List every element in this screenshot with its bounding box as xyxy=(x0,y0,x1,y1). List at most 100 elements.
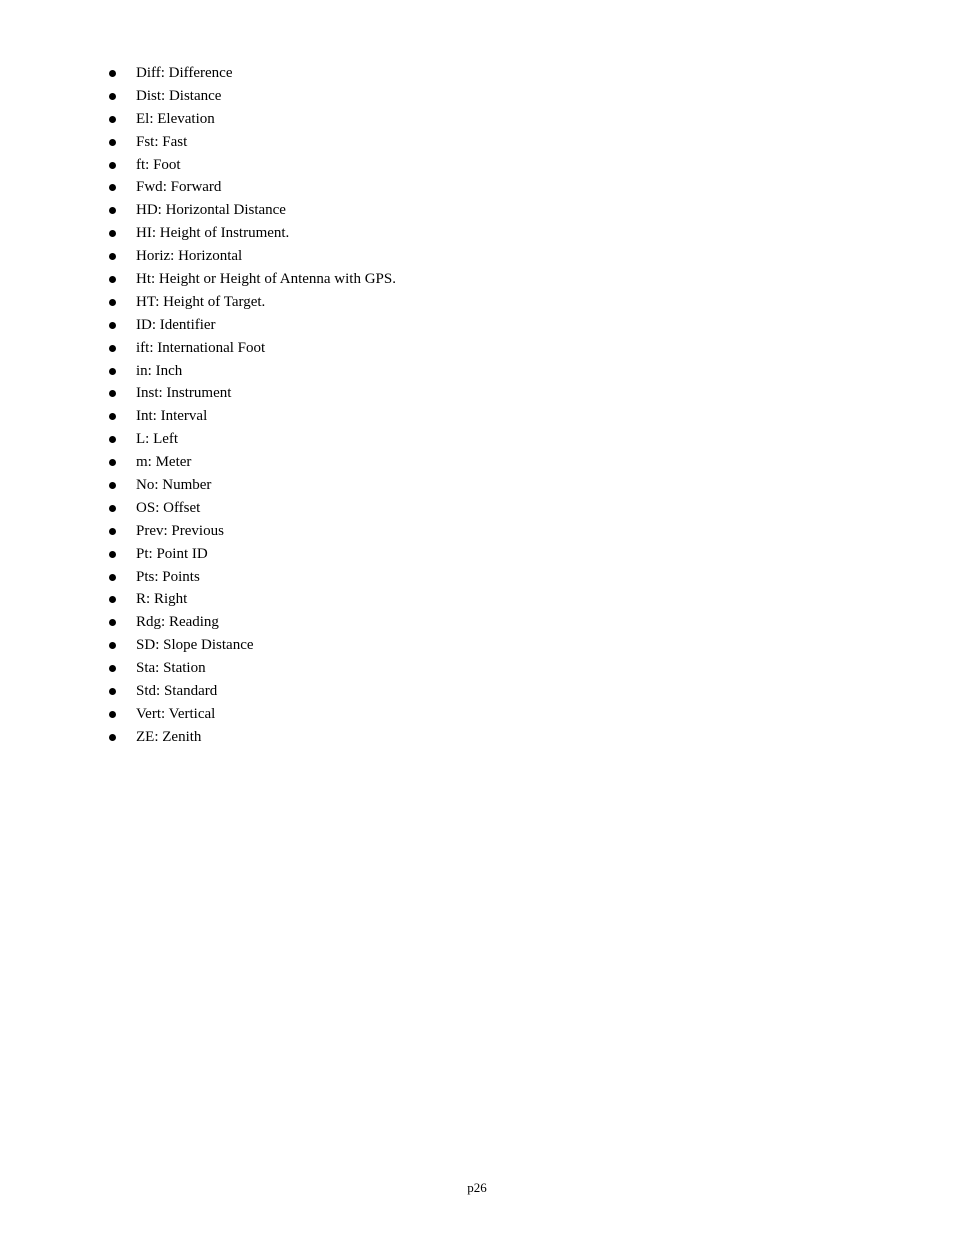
abbreviation-entry: Horiz: Horizontal xyxy=(136,245,242,268)
abbreviation-term: Fst xyxy=(136,133,155,150)
abbreviation-meaning: Inch xyxy=(155,362,183,379)
abbreviation-meaning: Elevation xyxy=(157,110,215,127)
bullet-icon xyxy=(109,138,116,146)
abbreviation-entry: ift: International Foot xyxy=(136,337,265,360)
bullet-icon xyxy=(109,504,116,512)
abbreviation-entry: OS: Offset xyxy=(136,497,200,520)
abbreviation-term: No xyxy=(136,477,155,494)
bullet-icon xyxy=(109,573,116,581)
separator: : xyxy=(145,156,154,173)
abbreviation-term: Ht xyxy=(136,271,151,288)
bullet-icon xyxy=(109,115,116,123)
separator: : xyxy=(147,362,156,379)
bullet-icon xyxy=(109,276,116,284)
bullet-icon xyxy=(109,367,116,375)
abbreviation-term: Pt xyxy=(136,545,149,562)
abbreviation-entry: L: Left xyxy=(136,428,178,451)
abbreviation-meaning: Previous xyxy=(171,522,224,539)
separator: : xyxy=(170,248,179,265)
abbreviation-entry: HD: Horizontal Distance xyxy=(136,199,286,222)
abbreviation-meaning: Zenith xyxy=(162,728,202,745)
separator: : xyxy=(152,408,161,425)
abbreviation-meaning: International Foot xyxy=(157,339,266,356)
abbreviation-term: Sta xyxy=(136,660,156,677)
abbreviation-entry: Vert: Vertical xyxy=(136,703,215,726)
bullet-icon xyxy=(109,298,116,306)
separator: : xyxy=(156,683,164,700)
bullet-icon xyxy=(109,550,116,558)
abbreviation-entry: No: Number xyxy=(136,474,211,497)
abbreviation-term: Int xyxy=(136,408,153,425)
bullet-icon xyxy=(109,527,116,535)
abbreviation-term: Dist xyxy=(136,87,162,104)
bullet-icon xyxy=(109,665,116,673)
abbreviation-entry: Std: Standard xyxy=(136,680,217,703)
abbreviation-term: HT xyxy=(136,293,156,310)
abbreviation-entry: Pt: Point ID xyxy=(136,543,208,566)
separator: : xyxy=(155,660,164,677)
abbreviation-term: Pts xyxy=(136,568,155,585)
abbreviation-meaning: Distance xyxy=(168,87,222,104)
abbreviation-meaning: Height of Instrument. xyxy=(159,225,290,242)
abbreviation-meaning: Reading xyxy=(168,614,219,631)
abbreviation-term: HI xyxy=(136,225,152,242)
abbreviation-meaning: Forward xyxy=(170,179,222,196)
abbreviation-meaning: Offset xyxy=(163,499,201,516)
abbreviation-term: Horiz xyxy=(136,248,171,265)
abbreviation-meaning: Horizontal Distance xyxy=(165,202,286,219)
page-number: p26 xyxy=(467,1180,487,1195)
separator: : xyxy=(147,454,156,471)
abbreviation-meaning: Points xyxy=(162,568,200,585)
abbreviation-term: ift xyxy=(136,339,150,356)
separator: : xyxy=(151,316,160,333)
abbreviation-meaning: Left xyxy=(153,431,179,448)
abbreviation-entry: Inst: Instrument xyxy=(136,382,231,405)
bullet-icon xyxy=(109,321,116,329)
separator: : xyxy=(155,293,164,310)
abbreviation-entry: Prev: Previous xyxy=(136,520,224,543)
bullet-icon xyxy=(109,688,116,696)
abbreviation-term: in xyxy=(136,362,148,379)
separator: : xyxy=(161,705,169,722)
abbreviation-entry: Pts: Points xyxy=(136,566,200,589)
abbreviation-entry: Sta: Station xyxy=(136,657,206,680)
abbreviation-term: Std xyxy=(136,683,157,700)
abbreviation-meaning: Meter xyxy=(155,454,192,471)
abbreviation-meaning: Station xyxy=(163,660,206,677)
abbreviation-entry: in: Inch xyxy=(136,360,182,383)
abbreviation-term: Fwd xyxy=(136,179,163,196)
bullet-icon xyxy=(109,253,116,261)
abbreviation-meaning: Horizontal xyxy=(178,248,243,265)
abbreviation-entry: Rdg: Reading xyxy=(136,611,219,634)
bullet-icon xyxy=(109,710,116,718)
abbreviation-meaning: Identifier xyxy=(159,316,216,333)
abbreviation-meaning: Right xyxy=(153,591,188,608)
abbreviation-term: ZE xyxy=(136,728,155,745)
abbreviation-entry: Dist: Distance xyxy=(136,85,221,108)
bullet-icon xyxy=(109,184,116,192)
separator: : xyxy=(155,637,164,654)
bullet-icon xyxy=(109,207,116,215)
separator: : xyxy=(155,499,164,516)
bullet-icon xyxy=(109,92,116,100)
document-page: Diff: Difference Dist: Distance El: Elev… xyxy=(0,0,954,1235)
bullet-icon xyxy=(109,413,116,421)
abbreviation-term: ID xyxy=(136,316,152,333)
bullet-icon xyxy=(109,459,116,467)
bullet-icon xyxy=(109,230,116,238)
abbreviation-meaning: Height of Target. xyxy=(163,293,266,310)
abbreviation-term: Vert xyxy=(136,705,161,722)
abbreviation-entry: Fwd: Forward xyxy=(136,176,221,199)
abbreviation-term: Inst xyxy=(136,385,159,402)
abbreviation-entry: El: Elevation xyxy=(136,108,215,131)
abbreviation-term: R xyxy=(136,591,147,608)
bullet-icon xyxy=(109,482,116,490)
bullet-icon xyxy=(109,733,116,741)
abbreviation-term: L xyxy=(136,431,146,448)
abbreviation-entry: Diff: Difference xyxy=(136,62,233,85)
abbreviation-meaning: Height or Height of Antenna with GPS. xyxy=(158,271,396,288)
bullet-icon xyxy=(109,596,116,604)
bullet-icon xyxy=(109,390,116,398)
abbreviation-meaning: Number xyxy=(162,477,212,494)
abbreviation-meaning: Instrument xyxy=(166,385,232,402)
